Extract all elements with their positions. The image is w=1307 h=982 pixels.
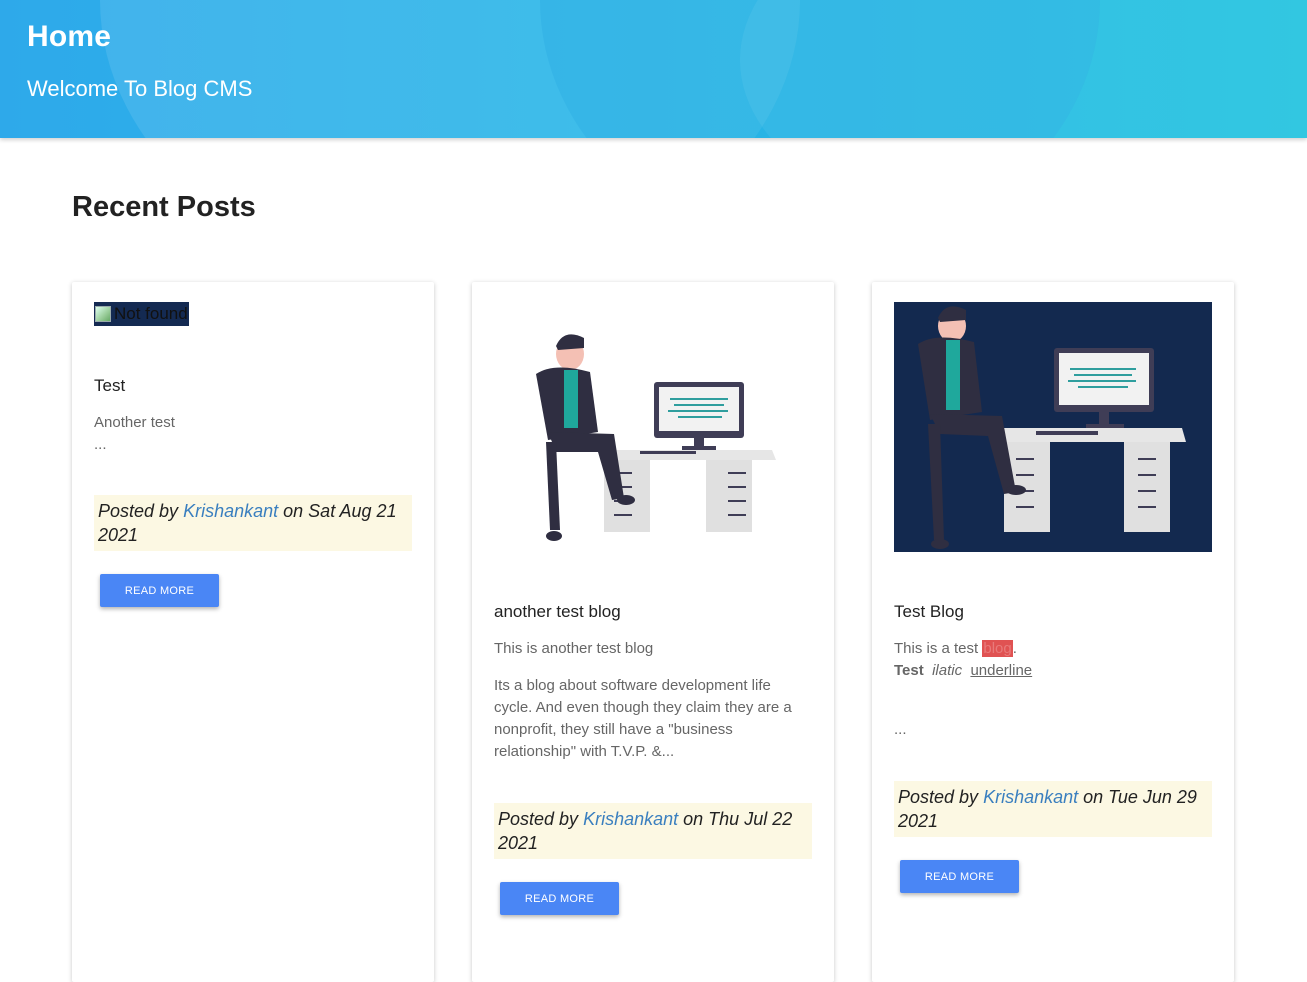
- author-link[interactable]: Krishankant: [583, 809, 678, 829]
- underline-text: underline: [970, 662, 1033, 679]
- post-card: Not found Test Another test ... Posted b…: [72, 282, 434, 982]
- desk-illustration: [536, 334, 776, 541]
- highlighted-text: blog: [982, 640, 1013, 657]
- excerpt-line: ...: [94, 436, 107, 453]
- page-subtitle: Welcome To Blog CMS: [27, 76, 253, 101]
- post-card: another test blog This is another test b…: [472, 282, 834, 982]
- broken-image-icon: [95, 306, 111, 322]
- post-image: [494, 302, 812, 552]
- page-title: Home: [27, 20, 112, 53]
- excerpt-paragraph: Its a blog about software development li…: [494, 677, 792, 760]
- page-header: Home Welcome To Blog CMS: [0, 0, 1307, 138]
- post-title[interactable]: Test Blog: [894, 602, 964, 622]
- image-alt-text: Not found: [114, 304, 188, 323]
- post-excerpt: This is another test blog Its a blog abo…: [494, 638, 812, 763]
- read-more-button[interactable]: READ MORE: [900, 860, 1019, 893]
- read-more-button[interactable]: READ MORE: [500, 882, 619, 915]
- section-title: Recent Posts: [72, 191, 256, 223]
- byline-prefix: Posted by: [98, 501, 179, 521]
- excerpt-line: Test ilatic underline: [894, 660, 1212, 682]
- post-image: [894, 302, 1212, 552]
- post-byline: Posted by Krishankant on Thu Jul 22 2021: [494, 803, 812, 859]
- excerpt-line: This is a test blog.: [894, 638, 1212, 660]
- desk-illustration: [918, 306, 1186, 549]
- post-image-broken: Not found: [94, 302, 189, 326]
- author-link[interactable]: Krishankant: [183, 501, 278, 521]
- read-more-button[interactable]: READ MORE: [100, 574, 219, 607]
- header-decoration: [740, 0, 1307, 138]
- post-byline: Posted by Krishankant on Sat Aug 21 2021: [94, 495, 412, 551]
- post-excerpt: This is a test blog. Test ilatic underli…: [894, 638, 1212, 741]
- bold-text: Test: [894, 662, 924, 679]
- post-excerpt: Another test ...: [94, 412, 412, 456]
- excerpt-line: Another test: [94, 414, 175, 431]
- author-link[interactable]: Krishankant: [983, 787, 1078, 807]
- post-title[interactable]: Test: [94, 376, 125, 396]
- post-byline: Posted by Krishankant on Tue Jun 29 2021: [894, 781, 1212, 837]
- excerpt-line: ...: [894, 721, 907, 738]
- excerpt-text: .: [1012, 640, 1017, 657]
- byline-prefix: Posted by: [898, 787, 979, 807]
- excerpt-line: This is another test blog: [494, 640, 654, 657]
- italic-text: ilatic: [932, 662, 963, 679]
- post-title[interactable]: another test blog: [494, 602, 621, 622]
- byline-prefix: Posted by: [498, 809, 579, 829]
- excerpt-text: This is a test: [894, 640, 983, 657]
- post-card: Test Blog This is a test blog. Test ilat…: [872, 282, 1234, 982]
